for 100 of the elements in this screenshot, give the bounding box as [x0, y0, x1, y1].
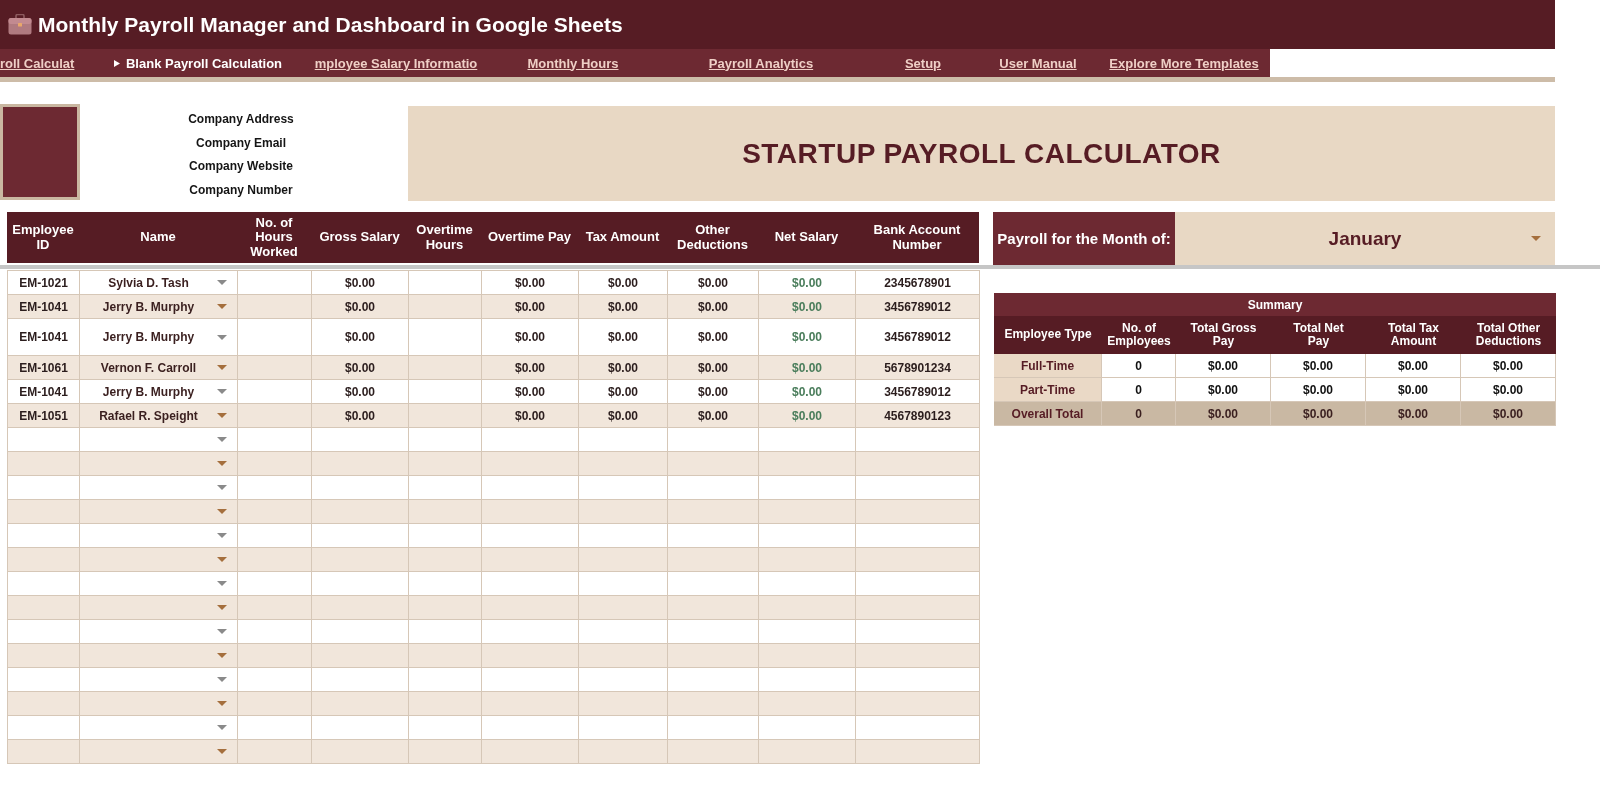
briefcase-icon: [8, 14, 32, 35]
column-header: Overtime Pay: [486, 228, 573, 247]
table-cell: $0.00: [579, 271, 668, 294]
nav-tab[interactable]: User Manual: [999, 55, 1077, 71]
table-cell: $0.00: [759, 380, 856, 403]
table-cell: $0.00: [668, 380, 759, 403]
row-label: Overall Total: [994, 402, 1102, 426]
table-cell: $0.00: [482, 356, 579, 379]
month-label: Payroll for the Month of:: [993, 212, 1175, 265]
table-cell: $0.00: [668, 356, 759, 379]
table-cell: $0.00: [312, 271, 409, 294]
table-cell: $0.00: [1271, 378, 1366, 402]
table-cell: $0.00: [1271, 354, 1366, 378]
company-detail: Company Email: [196, 134, 286, 152]
column-header: Net Salary: [773, 228, 840, 247]
row-label: Full-Time: [994, 354, 1102, 378]
name-dropdown[interactable]: Sylvia D. Tash: [80, 271, 238, 294]
column-header: Name: [139, 228, 177, 247]
row-label: Part-Time: [994, 378, 1102, 402]
nav-tab[interactable]: Payroll Analytics: [708, 55, 814, 71]
nav-tab[interactable]: Monthly Hours: [527, 55, 619, 71]
table-cell: $0.00: [1271, 402, 1366, 426]
table-cell: $0.00: [312, 380, 409, 403]
table-cell: $0.00: [482, 380, 579, 403]
column-header: Total Gross Pay: [1189, 319, 1258, 350]
table-cell: $0.00: [312, 319, 409, 355]
table-cell: $0.00: [759, 319, 856, 355]
app-title: Monthly Payroll Manager and Dashboard in Google Sheets: [38, 12, 623, 37]
table-cell: 3456789012: [856, 380, 980, 403]
nav-tab[interactable]: Blank Payroll Calculation: [113, 55, 282, 71]
column-header: Overtime Hours: [415, 220, 474, 254]
triangle-icon: [113, 59, 120, 67]
table-cell: $0.00: [1366, 354, 1461, 378]
table-cell: 0: [1102, 402, 1176, 426]
table-cell: $0.00: [579, 380, 668, 403]
table-cell: $0.00: [579, 295, 668, 318]
table-cell: $0.00: [579, 404, 668, 427]
name-dropdown[interactable]: Vernon F. Carroll: [80, 356, 238, 379]
table-cell: $0.00: [1461, 402, 1556, 426]
table-cell: $0.00: [1366, 402, 1461, 426]
table-cell: $0.00: [1176, 402, 1271, 426]
table-cell: $0.00: [759, 356, 856, 379]
column-header: Employee Type: [1003, 326, 1093, 344]
nav-tab[interactable]: mployee Salary Informatio: [314, 55, 478, 71]
nav-tab[interactable]: Explore More Templates: [1109, 55, 1259, 71]
month-dropdown[interactable]: January: [1175, 212, 1555, 265]
nav-tab[interactable]: Setup: [904, 55, 942, 71]
table-cell: EM-1021: [8, 271, 80, 294]
table-cell: $0.00: [482, 404, 579, 427]
table-cell: $0.00: [1176, 354, 1271, 378]
table-cell: 0: [1102, 354, 1176, 378]
column-header: Employee ID: [11, 220, 75, 254]
company-detail: Company Address: [188, 111, 294, 128]
table-cell: 5678901234: [856, 356, 980, 379]
table-cell: EM-1051: [8, 404, 80, 427]
table-cell: $0.00: [668, 319, 759, 355]
column-header: Bank Account Number: [872, 220, 962, 254]
name-dropdown[interactable]: Jerry B. Murphy: [80, 319, 238, 355]
table-cell: 0: [1102, 378, 1176, 402]
table-cell: $0.00: [312, 356, 409, 379]
table-cell: EM-1041: [8, 319, 80, 355]
table-cell: $0.00: [1176, 378, 1271, 402]
table-cell: 2345678901: [856, 271, 980, 294]
table-cell: $0.00: [579, 319, 668, 355]
table-cell: $0.00: [668, 404, 759, 427]
banner-title: STARTUP PAYROLL CALCULATOR: [742, 137, 1221, 170]
table-cell: $0.00: [668, 295, 759, 318]
table-cell: EM-1041: [8, 380, 80, 403]
table-cell: $0.00: [1461, 354, 1556, 378]
column-header: Other Deductions: [676, 220, 749, 254]
table-cell: 3456789012: [856, 319, 980, 355]
table-cell: $0.00: [1366, 378, 1461, 402]
table-cell: $0.00: [759, 404, 856, 427]
table-cell: EM-1041: [8, 295, 80, 318]
table-cell: EM-1061: [8, 356, 80, 379]
company-detail: Company Number: [189, 181, 293, 199]
column-header: Gross Salary: [318, 228, 401, 247]
column-header: Total Other Deductions: [1474, 319, 1543, 350]
table-cell: 3456789012: [856, 295, 980, 318]
table-cell: $0.00: [482, 271, 579, 294]
table-cell: $0.00: [312, 295, 409, 318]
column-header: No. of Hours Worked: [249, 213, 299, 261]
name-dropdown[interactable]: Jerry B. Murphy: [80, 380, 238, 403]
table-cell: $0.00: [312, 404, 409, 427]
company-detail: Company Website: [189, 158, 293, 175]
name-dropdown[interactable]: Jerry B. Murphy: [80, 295, 238, 318]
table-cell: $0.00: [668, 271, 759, 294]
column-header: No. of Employees: [1106, 319, 1172, 350]
table-cell: 4567890123: [856, 404, 980, 427]
caret-icon: [1531, 236, 1541, 241]
summary-title: Summary: [994, 293, 1556, 316]
name-dropdown[interactable]: Rafael R. Speight: [80, 404, 238, 427]
column-header: Tax Amount: [584, 228, 661, 247]
column-header: Total Tax Amount: [1387, 319, 1440, 350]
table-cell: $0.00: [759, 271, 856, 294]
table-cell: $0.00: [482, 319, 579, 355]
table-cell: $0.00: [482, 295, 579, 318]
nav-tab[interactable]: roll Calculat: [0, 55, 75, 71]
table-cell: $0.00: [1461, 378, 1556, 402]
table-cell: $0.00: [759, 295, 856, 318]
